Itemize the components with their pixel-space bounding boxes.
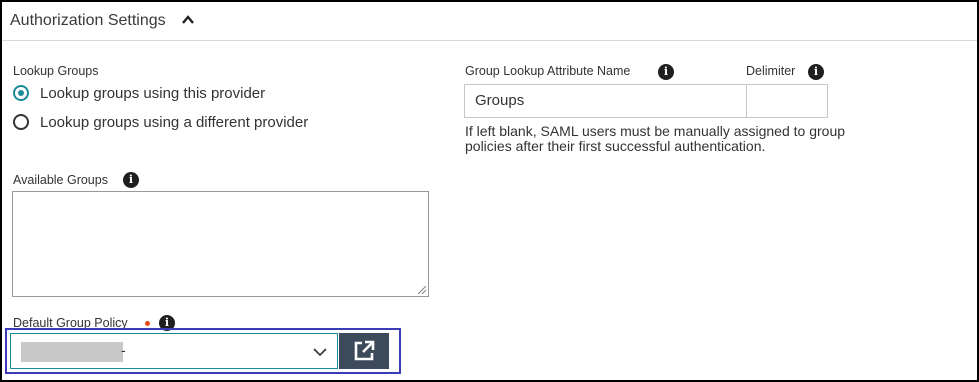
select-value-suffix: - — [121, 342, 126, 358]
section-header[interactable]: Authorization Settings — [2, 2, 977, 41]
delimiter-input[interactable] — [746, 84, 828, 118]
radio-button-checked[interactable] — [13, 85, 29, 101]
radio-button-unchecked[interactable] — [13, 114, 29, 130]
lookup-groups-label: Lookup Groups — [13, 64, 99, 78]
external-link-icon — [354, 340, 375, 361]
available-groups-textarea[interactable] — [12, 191, 429, 297]
redacted-value — [21, 342, 123, 362]
authorization-settings-panel: Authorization Settings Lookup Groups Loo… — [0, 0, 979, 382]
radio-lookup-this-provider[interactable]: Lookup groups using this provider — [13, 83, 265, 103]
delimiter-label: Delimiter — [746, 64, 796, 78]
chevron-up-icon[interactable] — [180, 12, 196, 28]
available-groups-label: Available Groups — [13, 173, 108, 187]
resize-grip-icon[interactable] — [418, 286, 426, 294]
info-icon[interactable]: i — [123, 172, 139, 188]
info-icon[interactable]: i — [808, 64, 824, 80]
chevron-down-icon — [313, 348, 327, 357]
group-lookup-attribute-label: Group Lookup Attribute Name — [465, 64, 631, 78]
radio-label: Lookup groups using this provider — [40, 84, 266, 102]
section-title: Authorization Settings — [10, 12, 166, 29]
radio-label: Lookup groups using a different provider — [40, 113, 309, 131]
group-lookup-attribute-input[interactable]: Groups — [464, 84, 748, 118]
required-indicator — [145, 321, 150, 326]
default-group-policy-select[interactable]: - — [10, 333, 338, 369]
info-icon[interactable]: i — [658, 64, 674, 80]
radio-lookup-different-provider[interactable]: Lookup groups using a different provider — [13, 112, 308, 132]
open-group-policy-button[interactable] — [339, 333, 389, 369]
group-lookup-help-text: If left blank, SAML users must be manual… — [465, 123, 846, 154]
